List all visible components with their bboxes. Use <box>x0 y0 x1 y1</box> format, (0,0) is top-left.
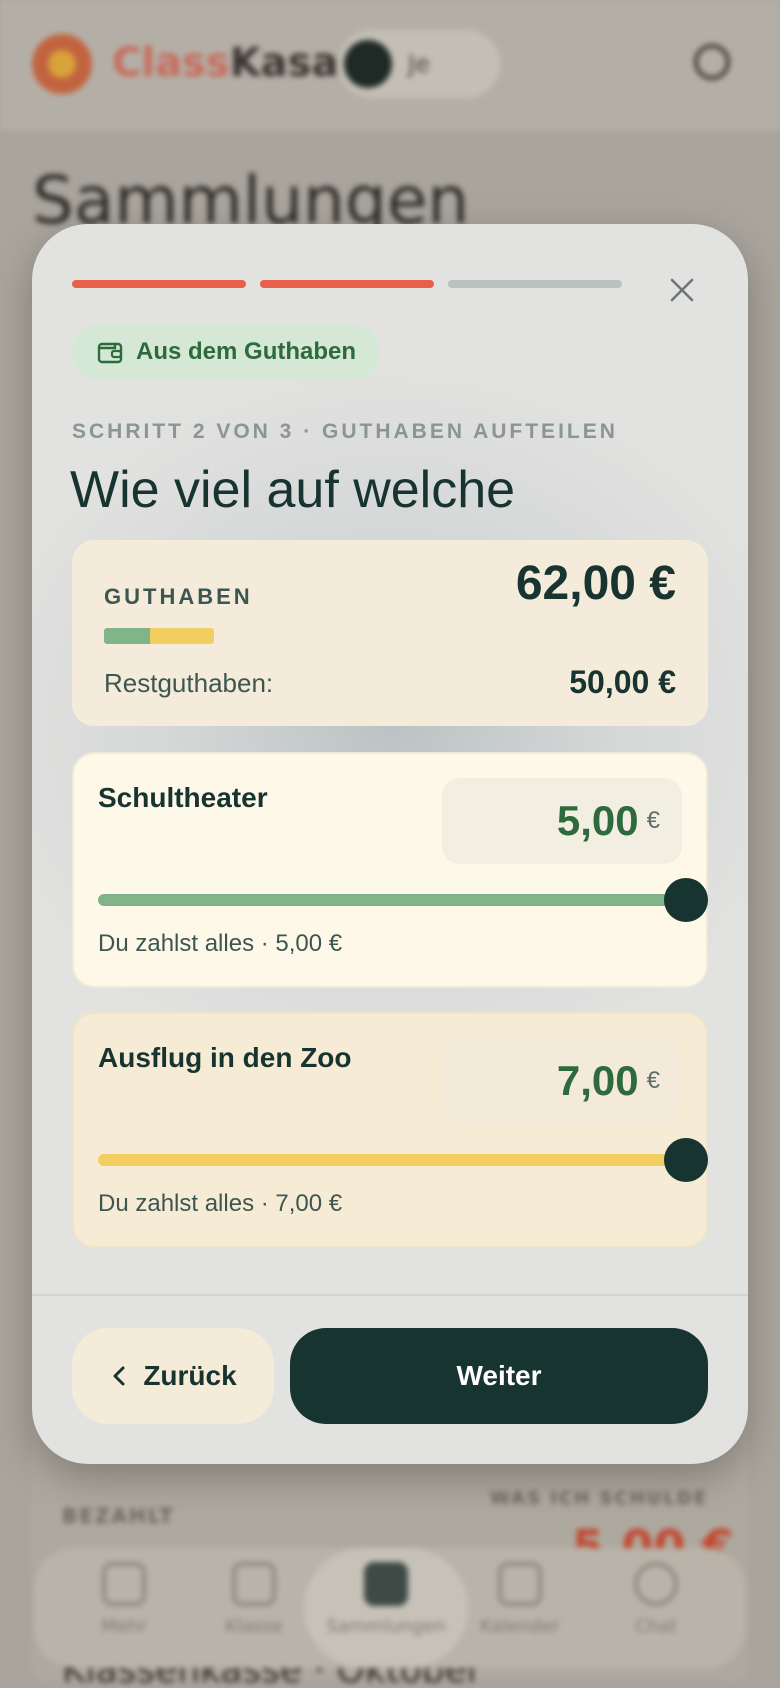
source-badge-label: Aus dem Guthaben <box>136 338 357 365</box>
allocation-card-schultheater: Schultheater 5,00 € Du zahlst alles · 5,… <box>72 752 708 988</box>
balance-bar-green <box>104 628 151 644</box>
nav-item-kalender[interactable]: Kalender <box>460 1562 580 1637</box>
close-button[interactable] <box>660 268 704 312</box>
amount-value: 7,00 <box>556 1057 639 1104</box>
logo-text-kasa: Kasa <box>229 40 339 86</box>
logo-text-class: Class <box>112 40 230 86</box>
balance-usage-bar <box>104 628 214 644</box>
allocation-card-zoo: Ausflug in den Zoo 7,00 € Du zahlst alle… <box>72 1012 708 1248</box>
amount-slider-thumb[interactable] <box>664 1138 708 1182</box>
nav-label: Sammlungen <box>326 1616 446 1637</box>
allocation-hint: Du zahlst alles · 5,00 € <box>98 930 343 957</box>
modal-heading: Wie viel auf welche <box>70 461 516 519</box>
chat-icon <box>634 1562 678 1606</box>
amount-currency: € <box>646 807 660 834</box>
app-header: ClassKasa Je <box>0 0 780 130</box>
progress-segment-3 <box>448 280 622 288</box>
balance-bar-yellow <box>150 628 214 644</box>
balance-label: GUTHABEN <box>104 584 253 609</box>
summary-right-label: WAS ICH SCHULDE <box>490 1488 709 1509</box>
amount-slider-track[interactable] <box>98 1154 684 1166</box>
rest-balance-value: 50,00 € <box>569 664 676 700</box>
allocation-name: Ausflug in den Zoo <box>98 1042 352 1073</box>
next-button[interactable]: Weiter <box>290 1328 708 1424</box>
profile-switcher[interactable]: Je <box>338 30 500 98</box>
next-button-label: Weiter <box>456 1360 542 1391</box>
bottom-nav: Mehr Klasse Sammlungen Kalender Chat <box>34 1548 746 1668</box>
amount-slider-thumb[interactable] <box>664 878 708 922</box>
amount-input[interactable]: 7,00 € <box>442 1038 682 1124</box>
moon-icon[interactable] <box>694 44 730 80</box>
summary-left-label: BEZAHLT <box>62 1504 175 1528</box>
calendar-icon <box>498 1562 542 1606</box>
allocate-balance-modal: Aus dem Guthaben SCHRITT 2 VON 3 · GUTHA… <box>32 224 748 1464</box>
progress-segment-2 <box>260 280 434 288</box>
class-icon <box>232 1562 276 1606</box>
nav-item-klasse[interactable]: Klasse <box>194 1562 314 1637</box>
app-logo: ClassKasa <box>112 40 338 86</box>
nav-label: Kalender <box>480 1616 560 1637</box>
amount-slider-track[interactable] <box>98 894 684 906</box>
collections-icon <box>364 1562 408 1606</box>
close-icon <box>670 278 694 302</box>
footer-divider <box>32 1294 748 1296</box>
chevron-left-icon <box>113 1366 125 1386</box>
back-button[interactable]: Zurück <box>72 1328 274 1424</box>
nav-item-sammlungen[interactable]: Sammlungen <box>326 1562 446 1637</box>
nav-item-mehr[interactable]: Mehr <box>64 1562 184 1637</box>
source-badge: Aus dem Guthaben <box>72 324 381 380</box>
progress-segment-1 <box>72 280 246 288</box>
logo-icon <box>32 34 92 94</box>
amount-value: 5,00 <box>556 797 639 844</box>
step-label: SCHRITT 2 VON 3 · GUTHABEN AUFTEILEN <box>72 420 618 443</box>
nav-item-chat[interactable]: Chat <box>596 1562 716 1637</box>
menu-icon <box>102 1562 146 1606</box>
wallet-icon <box>97 342 123 364</box>
avatar <box>344 40 392 88</box>
profile-name: Je <box>408 50 430 78</box>
back-button-label: Zurück <box>143 1360 237 1391</box>
rest-balance-label: Restguthaben: <box>104 668 274 698</box>
balance-card: GUTHABEN 62,00 € Restguthaben: 50,00 € <box>72 540 708 726</box>
balance-value: 62,00 € <box>515 557 676 610</box>
nav-label: Klasse <box>225 1616 283 1637</box>
nav-label: Mehr <box>101 1616 147 1637</box>
allocation-name: Schultheater <box>98 782 268 813</box>
amount-input[interactable]: 5,00 € <box>442 778 682 864</box>
allocation-hint: Du zahlst alles · 7,00 € <box>98 1190 343 1217</box>
nav-label: Chat <box>634 1616 678 1637</box>
amount-currency: € <box>646 1067 660 1094</box>
